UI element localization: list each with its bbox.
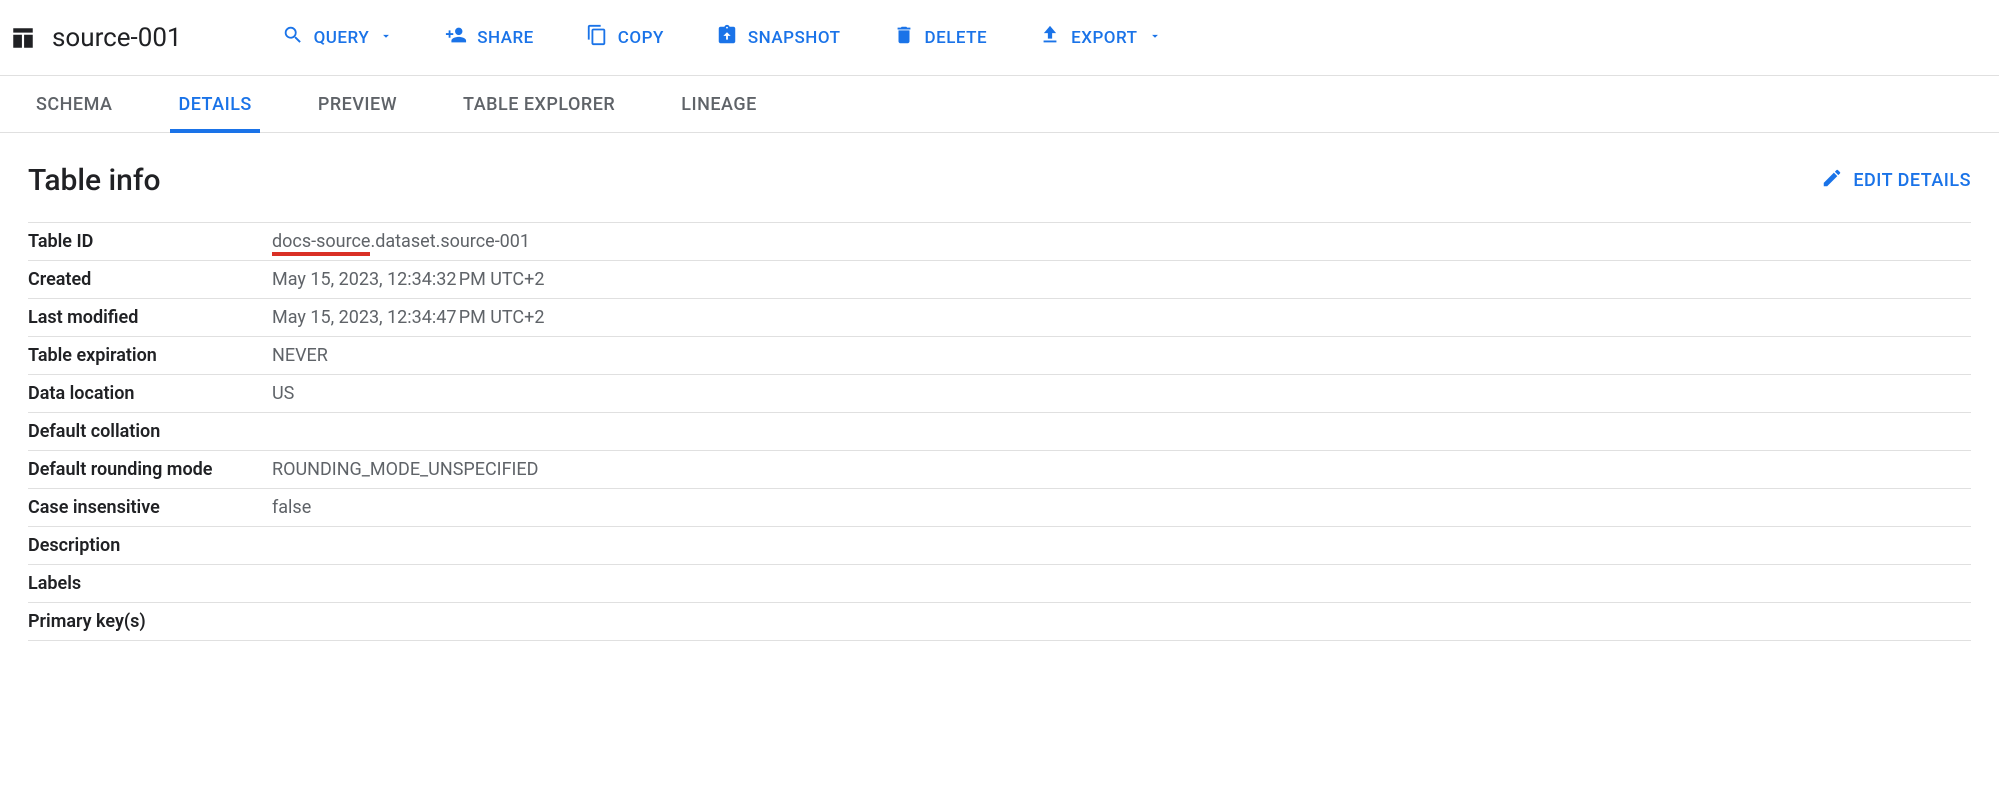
edit-details-button[interactable]: EDIT DETAILS [1821,167,1971,194]
table-row: Last modifiedMay 15, 2023, 12:34:47 PM U… [28,299,1971,337]
tab-lineage[interactable]: LINEAGE [673,76,765,133]
info-label: Default rounding mode [28,451,272,489]
query-button[interactable]: QUERY [270,18,406,57]
info-label: Labels [28,565,272,603]
info-value [272,527,1971,565]
breadcrumb: source-001 [10,23,182,53]
info-value: ROUNDING_MODE_UNSPECIFIED [272,451,1971,489]
info-value: US [272,375,1971,413]
table-row: Default rounding modeROUNDING_MODE_UNSPE… [28,451,1971,489]
pencil-icon [1821,167,1843,194]
info-table: Table IDdocs-source.dataset.source-001Cr… [28,222,1971,641]
button-label: QUERY [314,28,370,48]
info-value [272,413,1971,451]
button-label: DELETE [925,28,988,48]
button-label: SNAPSHOT [748,28,841,48]
info-value [272,565,1971,603]
table-row: Table expirationNEVER [28,337,1971,375]
tab-table-explorer[interactable]: TABLE EXPLORER [455,76,623,133]
table-row: Case insensitivefalse [28,489,1971,527]
info-value: May 15, 2023, 12:34:32 PM UTC+2 [272,261,1971,299]
button-label: COPY [618,28,664,48]
section-title: Table info [28,163,161,198]
table-row: Data locationUS [28,375,1971,413]
export-icon [1039,24,1061,51]
share-icon [445,24,467,51]
snapshot-button[interactable]: SNAPSHOT [704,18,853,57]
info-value: false [272,489,1971,527]
info-label: Default collation [28,413,272,451]
info-value: docs-source.dataset.source-001 [272,223,1971,261]
table-row: Primary key(s) [28,603,1971,641]
caret-down-icon [379,28,393,48]
snapshot-icon [716,24,738,51]
tab-preview[interactable]: PREVIEW [310,76,405,133]
button-label: EDIT DETAILS [1853,170,1971,191]
info-value-suffix: .dataset.source-001 [370,231,530,252]
info-label: Primary key(s) [28,603,272,641]
info-label: Data location [28,375,272,413]
table-row: Labels [28,565,1971,603]
copy-icon [586,24,608,51]
tab-details[interactable]: DETAILS [170,76,259,133]
info-value: May 15, 2023, 12:34:47 PM UTC+2 [272,299,1971,337]
info-label: Case insensitive [28,489,272,527]
export-button[interactable]: EXPORT [1027,18,1173,57]
caret-down-icon [1148,28,1162,48]
page-title: source-001 [52,23,182,53]
section-header: Table info EDIT DETAILS [28,163,1971,198]
content: Table info EDIT DETAILS Table IDdocs-sou… [0,133,1999,671]
info-label: Table ID [28,223,272,261]
share-button[interactable]: SHARE [433,18,546,57]
info-label: Last modified [28,299,272,337]
delete-button[interactable]: DELETE [881,18,1000,57]
delete-icon [893,24,915,51]
info-label: Created [28,261,272,299]
info-value: NEVER [272,337,1971,375]
table-row: CreatedMay 15, 2023, 12:34:32 PM UTC+2 [28,261,1971,299]
info-value [272,603,1971,641]
table-row: Table IDdocs-source.dataset.source-001 [28,223,1971,261]
info-label: Table expiration [28,337,272,375]
toolbar: source-001 QUERY SHARE COPY SNAPSHOT DEL… [0,0,1999,76]
copy-button[interactable]: COPY [574,18,676,57]
tabs: SCHEMA DETAILS PREVIEW TABLE EXPLORER LI… [0,76,1999,133]
table-row: Default collation [28,413,1971,451]
button-label: EXPORT [1071,28,1137,48]
table-row: Description [28,527,1971,565]
table-icon [10,25,36,51]
tab-schema[interactable]: SCHEMA [28,76,120,133]
info-label: Description [28,527,272,565]
highlight-mark: docs-source [272,231,370,256]
button-label: SHARE [477,28,534,48]
search-icon [282,24,304,51]
